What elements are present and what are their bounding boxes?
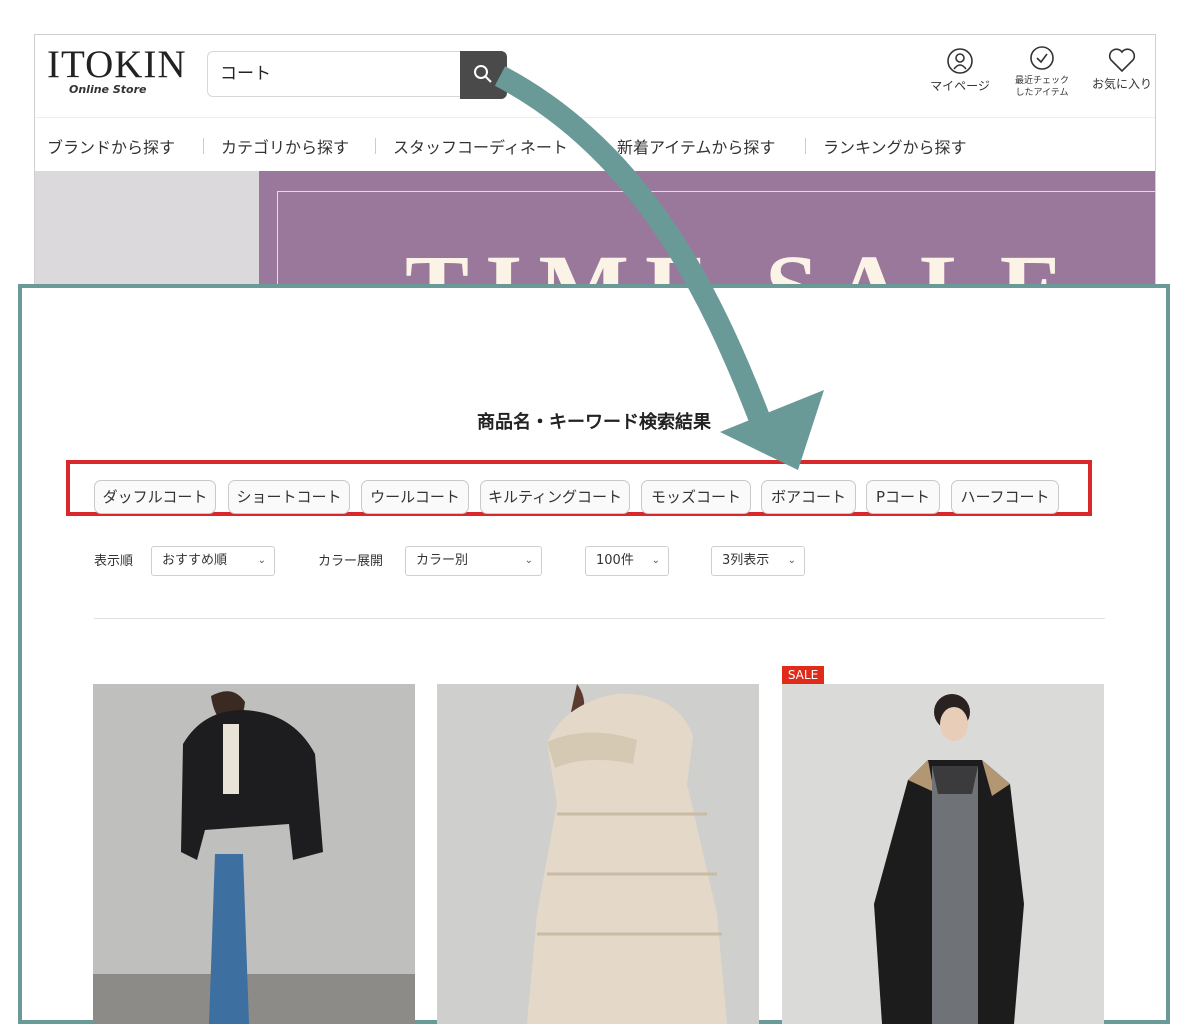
main-nav: ブランドから探す カテゴリから探す スタッフコーディネート 新着アイテムから探す… bbox=[35, 117, 1155, 172]
chevron-down-icon: ⌄ bbox=[257, 555, 266, 566]
columns-value: 3列表示 bbox=[722, 553, 770, 568]
time-sale-banner[interactable]: TIME SALE bbox=[259, 171, 1155, 295]
nav-ranking[interactable]: ランキングから探す bbox=[823, 134, 967, 158]
mypage-label: マイページ bbox=[930, 79, 990, 93]
nav-staff-coordinate[interactable]: スタッフコーディネート bbox=[393, 134, 568, 158]
nav-divider bbox=[598, 138, 599, 154]
sort-select[interactable]: おすすめ順 ⌄ bbox=[151, 546, 275, 576]
product-image bbox=[437, 684, 759, 1024]
search-results-panel: 商品名・キーワード検索結果 ダッフルコート ショートコート ウールコート キルテ… bbox=[18, 284, 1170, 1024]
favorites-label: お気に入り bbox=[1091, 77, 1152, 91]
favorites-link[interactable]: お気に入り bbox=[1087, 47, 1155, 92]
heart-icon bbox=[1108, 48, 1136, 73]
recent-label-2: したアイテム bbox=[1015, 88, 1069, 98]
search-button[interactable] bbox=[460, 51, 507, 99]
nav-divider bbox=[805, 138, 806, 154]
product-card[interactable] bbox=[93, 684, 415, 1024]
color-label: カラー展開 bbox=[318, 554, 384, 569]
chip-p-coat[interactable]: Pコート bbox=[866, 480, 940, 514]
nav-divider bbox=[375, 138, 376, 154]
count-value: 100件 bbox=[596, 553, 634, 568]
search-input[interactable]: コート bbox=[207, 51, 461, 97]
color-select[interactable]: カラー別 ⌄ bbox=[405, 546, 542, 576]
chip-wool-coat[interactable]: ウールコート bbox=[361, 480, 469, 514]
sort-label: 表示順 bbox=[94, 554, 134, 569]
nav-brand[interactable]: ブランドから探す bbox=[47, 134, 175, 158]
columns-select[interactable]: 3列表示 ⌄ bbox=[711, 546, 805, 576]
site-header-screenshot: ITOKIN Online Store コート マイページ 最近チェック したア… bbox=[34, 34, 1156, 295]
product-image bbox=[782, 684, 1104, 1024]
user-icon bbox=[947, 48, 973, 74]
chip-half-coat[interactable]: ハーフコート bbox=[951, 480, 1059, 514]
nav-divider bbox=[203, 138, 204, 154]
chip-quilting-coat[interactable]: キルティングコート bbox=[480, 480, 630, 514]
keyword-chip-row: ダッフルコート ショートコート ウールコート キルティングコート モッズコート … bbox=[66, 460, 1092, 516]
check-circle-icon bbox=[1030, 46, 1054, 70]
results-title: 商品名・キーワード検索結果 bbox=[477, 412, 711, 433]
color-value: カラー別 bbox=[416, 553, 469, 568]
logo-text: ITOKIN bbox=[47, 43, 187, 86]
nav-category[interactable]: カテゴリから探す bbox=[221, 134, 349, 158]
product-card[interactable] bbox=[437, 684, 759, 1024]
chip-boa-coat[interactable]: ボアコート bbox=[761, 480, 856, 514]
nav-new-items[interactable]: 新着アイテムから探す bbox=[617, 134, 775, 158]
banner-side-image bbox=[35, 171, 259, 295]
recent-label-1: 最近チェック bbox=[1014, 76, 1069, 86]
section-divider bbox=[94, 618, 1105, 619]
mypage-link[interactable]: マイページ bbox=[925, 47, 995, 94]
recent-items-link[interactable]: 最近チェック したアイテム bbox=[1005, 45, 1079, 99]
chevron-down-icon: ⌄ bbox=[787, 555, 796, 566]
product-image bbox=[93, 684, 415, 1024]
chip-short-coat[interactable]: ショートコート bbox=[228, 480, 350, 514]
search-icon bbox=[474, 65, 492, 83]
chevron-down-icon: ⌄ bbox=[651, 555, 660, 566]
sale-badge: SALE bbox=[782, 666, 824, 684]
sort-value: おすすめ順 bbox=[162, 553, 228, 568]
logo[interactable]: ITOKIN Online Store bbox=[47, 43, 187, 97]
chip-duffle-coat[interactable]: ダッフルコート bbox=[94, 480, 216, 514]
chevron-down-icon: ⌄ bbox=[524, 555, 533, 566]
chip-mods-coat[interactable]: モッズコート bbox=[641, 480, 751, 514]
product-card[interactable] bbox=[782, 684, 1104, 1024]
count-select[interactable]: 100件 ⌄ bbox=[585, 546, 669, 576]
